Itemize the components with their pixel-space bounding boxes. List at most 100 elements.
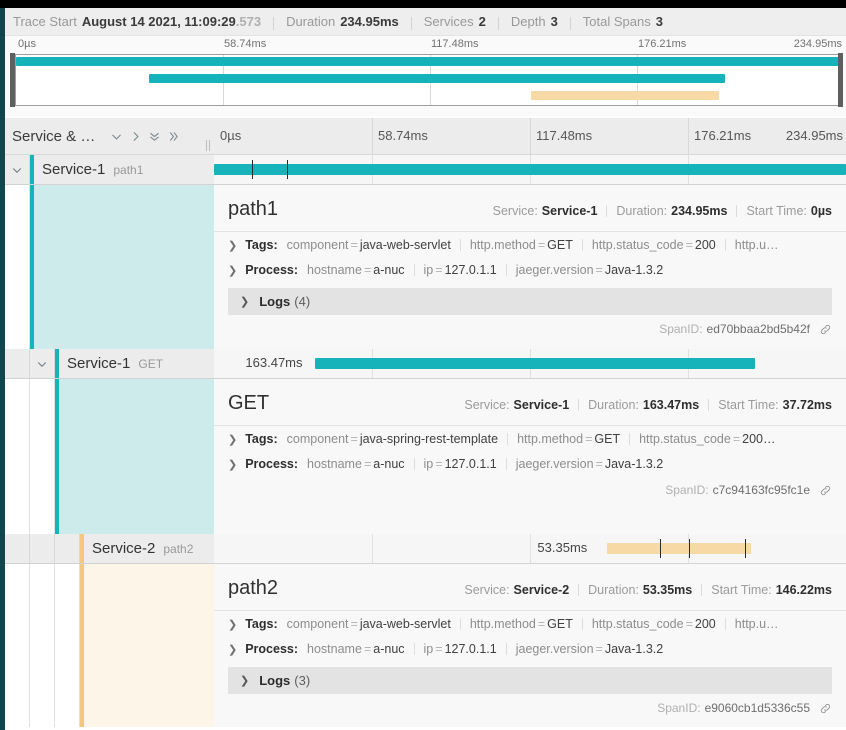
divider: [606, 205, 608, 217]
tags-value: GET: [594, 432, 621, 446]
minimap-tick: 0µs: [18, 38, 36, 50]
tags-key: http.status_code: [591, 617, 684, 631]
span-row-label-cell[interactable]: Service-1 GET: [5, 349, 214, 378]
indent-guide: [5, 534, 30, 563]
detail-header: path1 Service: Service-1 Duration: 234.95ms S…: [214, 186, 846, 232]
chevron-right-icon[interactable]: ❯: [228, 264, 237, 277]
span-row[interactable]: Service-1 path1: [5, 155, 846, 185]
divider: [581, 618, 583, 630]
equals-sign: =: [537, 238, 546, 252]
tags-value: 200: [694, 617, 716, 631]
tags-key: component: [286, 238, 349, 252]
column-resize-handle[interactable]: [206, 140, 212, 151]
tags-value: java-spring-rest-template: [359, 432, 499, 446]
tags-value: GET: [547, 617, 573, 631]
chevrons-right-icon[interactable]: [164, 127, 183, 147]
equals-sign: =: [537, 617, 546, 631]
process-pair: ip = 127.0.1.1: [424, 457, 497, 471]
equals-sign: =: [595, 263, 603, 277]
tags-row[interactable]: ❯ Tags: component = java-spring-rest-templat…: [214, 426, 846, 451]
span-name: Service-2 path2: [84, 540, 193, 557]
chevron-right-icon[interactable]: ❯: [228, 618, 237, 631]
tags-value: java-web-servlet: [359, 617, 451, 631]
span-service-name: Service-2: [92, 540, 156, 557]
total-spans-value: 3: [655, 14, 663, 29]
span-duration-bar[interactable]: [607, 543, 751, 554]
minimap-tick: 176.21ms: [638, 38, 687, 50]
span-bar-cell[interactable]: 163.47ms: [214, 349, 846, 378]
link-icon[interactable]: [819, 323, 832, 336]
chevron-right-icon[interactable]: ❯: [228, 433, 237, 446]
span-row-label-cell[interactable]: Service-1 path1: [5, 155, 214, 184]
divider: [505, 643, 507, 655]
chevron-right-icon[interactable]: ❯: [228, 643, 237, 656]
process-key: jaeger.version: [515, 457, 594, 471]
minimap-drag-handle-left[interactable]: [10, 53, 15, 107]
span-row-label-cell[interactable]: Service-2 path2: [5, 534, 214, 563]
detail-indent-gutters: [5, 185, 30, 349]
link-icon[interactable]: [819, 484, 832, 497]
tags-key: http.u…: [734, 617, 779, 631]
process-key: jaeger.version: [515, 642, 594, 656]
chevron-right-icon: ❯: [240, 675, 250, 687]
process-row[interactable]: ❯ Process: hostname = a-nuc ip = 127.0.1.1 jaege…: [214, 257, 846, 282]
span-expand-toggle[interactable]: [5, 155, 30, 184]
process-value: 127.0.1.1: [444, 457, 497, 471]
span-bar-cell[interactable]: 53.35ms: [214, 534, 846, 563]
process-value: Java-1.3.2: [604, 263, 664, 277]
process-pair: ip = 127.0.1.1: [424, 263, 497, 277]
chevrons-down-icon[interactable]: [145, 127, 164, 147]
timeline-column-header: Service & … 0µs 58.74ms 117.48ms 176.21ms: [5, 118, 846, 155]
trace-summary-header: Trace Start August 14 2021, 11:09:29.573…: [5, 8, 846, 36]
chevron-right-icon[interactable]: ❯: [228, 239, 237, 252]
timeline-tick-label: 0µs: [220, 128, 242, 143]
chevron-right-icon[interactable]: ❯: [228, 458, 237, 471]
minimap-drag-handle-right[interactable]: [838, 53, 843, 107]
process-value: Java-1.3.2: [604, 642, 664, 656]
span-bar-cell[interactable]: [214, 155, 846, 184]
span-operation-name: GET: [138, 357, 164, 371]
span-duration-bar[interactable]: [315, 358, 756, 369]
duration-value: 234.95ms: [340, 14, 399, 29]
minimap-viewport[interactable]: [15, 54, 843, 106]
tags-row[interactable]: ❯ Tags: component = java-web-servlet http.met…: [214, 611, 846, 636]
divider: [578, 584, 580, 596]
divider: [459, 239, 461, 251]
link-icon[interactable]: [819, 702, 832, 715]
span-expand-toggle[interactable]: [30, 349, 55, 378]
logs-accordion[interactable]: ❯ Logs (3): [228, 667, 832, 694]
divider: [736, 205, 738, 217]
process-row[interactable]: ❯ Process: hostname = a-nuc ip = 127.0.1.1 jaege…: [214, 636, 846, 661]
chevron-right-icon[interactable]: [126, 127, 145, 147]
depth-item: Depth 3: [511, 14, 558, 29]
process-row[interactable]: ❯ Process: hostname = a-nuc ip = 127.0.1.1 jaege…: [214, 451, 846, 476]
equals-sign: =: [685, 238, 693, 252]
logs-accordion[interactable]: ❯ Logs (4): [228, 288, 832, 315]
chevron-down-icon[interactable]: [107, 127, 126, 147]
window-top-strip: [0, 0, 846, 8]
logs-label: Logs: [259, 673, 291, 688]
divider: [578, 399, 580, 411]
span-expand-toggle[interactable]: [55, 534, 80, 563]
span-service-name: Service-1: [42, 161, 106, 178]
tags-value: java-web-servlet: [359, 238, 451, 252]
span-row[interactable]: Service-2 path2 53.35ms: [5, 534, 846, 564]
detail-color-accent: [80, 564, 84, 728]
span-name: Service-1 GET: [59, 355, 163, 372]
tags-label: Tags:: [245, 432, 278, 446]
process-label: Process:: [245, 457, 299, 471]
minimap-span-bar: [531, 91, 720, 100]
equals-sign: =: [350, 432, 358, 446]
divider: [273, 17, 275, 30]
span-row[interactable]: Service-1 GET 163.47ms: [5, 349, 846, 379]
timeline-tick-label: 117.48ms: [536, 128, 593, 143]
indent-guide: [30, 564, 55, 728]
trace-minimap[interactable]: 0µs 58.74ms 117.48ms 176.21ms 234.95ms: [5, 36, 846, 116]
tags-label: Tags:: [245, 617, 278, 631]
detail-start-time: Start Time: 146.22ms: [711, 583, 832, 597]
tags-row[interactable]: ❯ Tags: component = java-web-servlet http.met…: [214, 232, 846, 257]
timeline-gridline: [688, 118, 689, 155]
tags-label: Tags:: [245, 238, 278, 252]
minimap-span-bar: [148, 74, 726, 83]
span-duration-bar[interactable]: [214, 164, 846, 175]
